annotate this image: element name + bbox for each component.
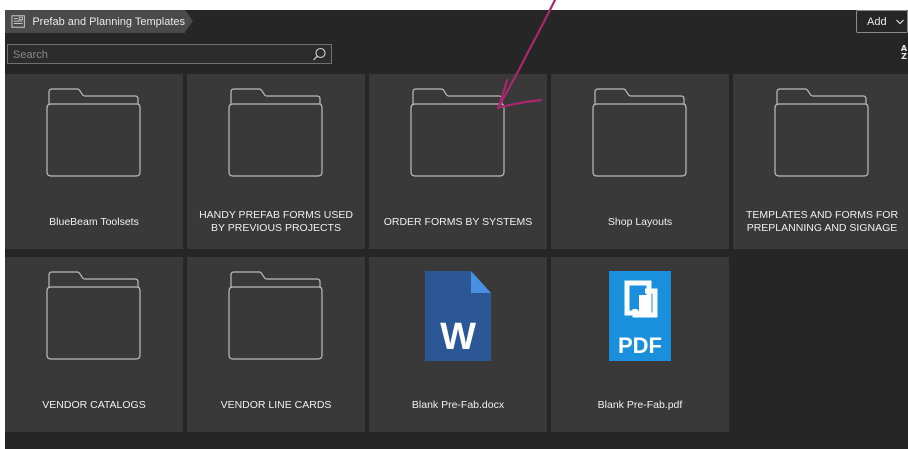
- chevron-down-icon: [895, 19, 904, 24]
- breadcrumb-label: Prefab and Planning Templates: [32, 15, 185, 28]
- folder-tile[interactable]: ORDER FORMS BY SYSTEMS: [369, 74, 547, 249]
- file-tile-docx[interactable]: W Blank Pre-Fab.docx: [369, 257, 547, 432]
- pdf-icon-text: PDF: [618, 333, 662, 358]
- folder-tile[interactable]: VENDOR LINE CARDS: [187, 257, 365, 432]
- folder-icon: [46, 271, 141, 360]
- folder-icon: [410, 88, 505, 177]
- item-label: Shop Layouts: [607, 215, 673, 228]
- item-label: ORDER FORMS BY SYSTEMS: [383, 215, 533, 228]
- folder-icon: [228, 88, 323, 177]
- pdf-document-icon: PDF: [609, 271, 671, 361]
- item-label: VENDOR CATALOGS: [42, 398, 146, 411]
- item-label: TEMPLATES AND FORMS FOR PREPLANNING AND …: [745, 209, 899, 234]
- item-label: HANDY PREFAB FORMS USED BY PREVIOUS PROJ…: [199, 209, 353, 234]
- folder-tile[interactable]: Shop Layouts: [551, 74, 729, 249]
- file-tile-pdf[interactable]: PDF Blank Pre-Fab.pdf: [551, 257, 729, 432]
- file-browser: Prefab and Planning Templates Add A Z Bl…: [5, 10, 908, 449]
- item-grid: BlueBeam Toolsets HANDY PREFAB FORMS USE…: [5, 74, 908, 449]
- add-button[interactable]: Add: [856, 10, 908, 33]
- word-document-icon: W: [425, 271, 491, 361]
- word-icon-letter: W: [440, 316, 476, 358]
- folder-icon: [774, 88, 869, 177]
- sort-az-button[interactable]: A Z: [900, 45, 908, 61]
- sort-label-z: Z: [901, 52, 907, 61]
- folder-icon: [46, 88, 141, 177]
- folder-tile[interactable]: HANDY PREFAB FORMS USED BY PREVIOUS PROJ…: [187, 74, 365, 249]
- folder-icon: [592, 88, 687, 177]
- breadcrumb[interactable]: Prefab and Planning Templates: [5, 10, 193, 33]
- folder-tile[interactable]: VENDOR CATALOGS: [5, 257, 183, 432]
- item-label: Blank Pre-Fab.pdf: [597, 398, 683, 411]
- folder-tile[interactable]: BlueBeam Toolsets: [5, 74, 183, 249]
- item-label: Blank Pre-Fab.docx: [411, 398, 505, 411]
- item-label: BlueBeam Toolsets: [49, 215, 139, 228]
- add-button-label: Add: [867, 15, 887, 28]
- folder-tile[interactable]: TEMPLATES AND FORMS FOR PREPLANNING AND …: [733, 74, 908, 249]
- search-icon[interactable]: [312, 47, 327, 62]
- template-icon: [11, 15, 25, 28]
- search-input[interactable]: [11, 45, 305, 65]
- item-label: VENDOR LINE CARDS: [220, 398, 332, 411]
- search-box: [7, 44, 332, 65]
- folder-icon: [228, 271, 323, 360]
